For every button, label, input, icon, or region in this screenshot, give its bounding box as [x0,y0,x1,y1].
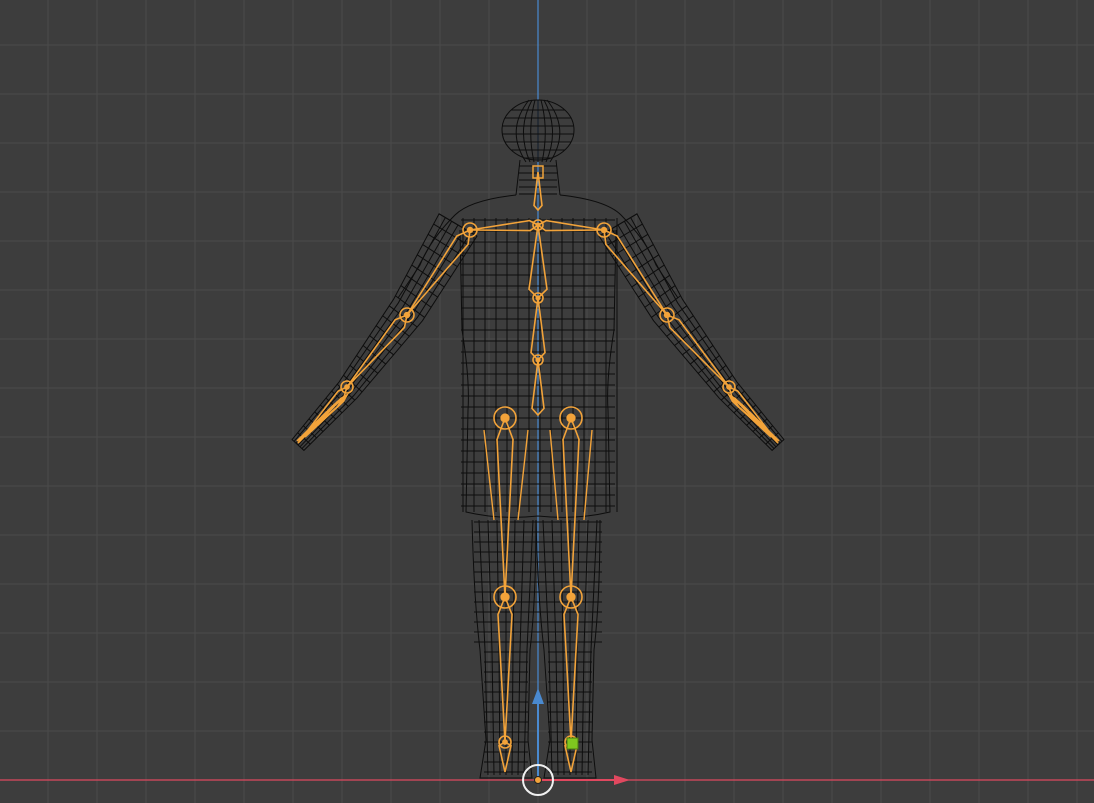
joint-elbow-r-center [403,311,411,319]
joint-wrist-l-center [726,384,732,390]
object-origin-icon[interactable] [534,776,542,784]
active-bone-tip-icon[interactable] [566,737,579,750]
joint-elbow-l-center [663,311,671,319]
joint-chest-center [535,295,541,301]
joint-spine-center [535,357,541,363]
3d-viewport[interactable] [0,0,1094,803]
joint-wrist-r-center [344,384,350,390]
viewport-canvas[interactable] [0,0,1094,803]
